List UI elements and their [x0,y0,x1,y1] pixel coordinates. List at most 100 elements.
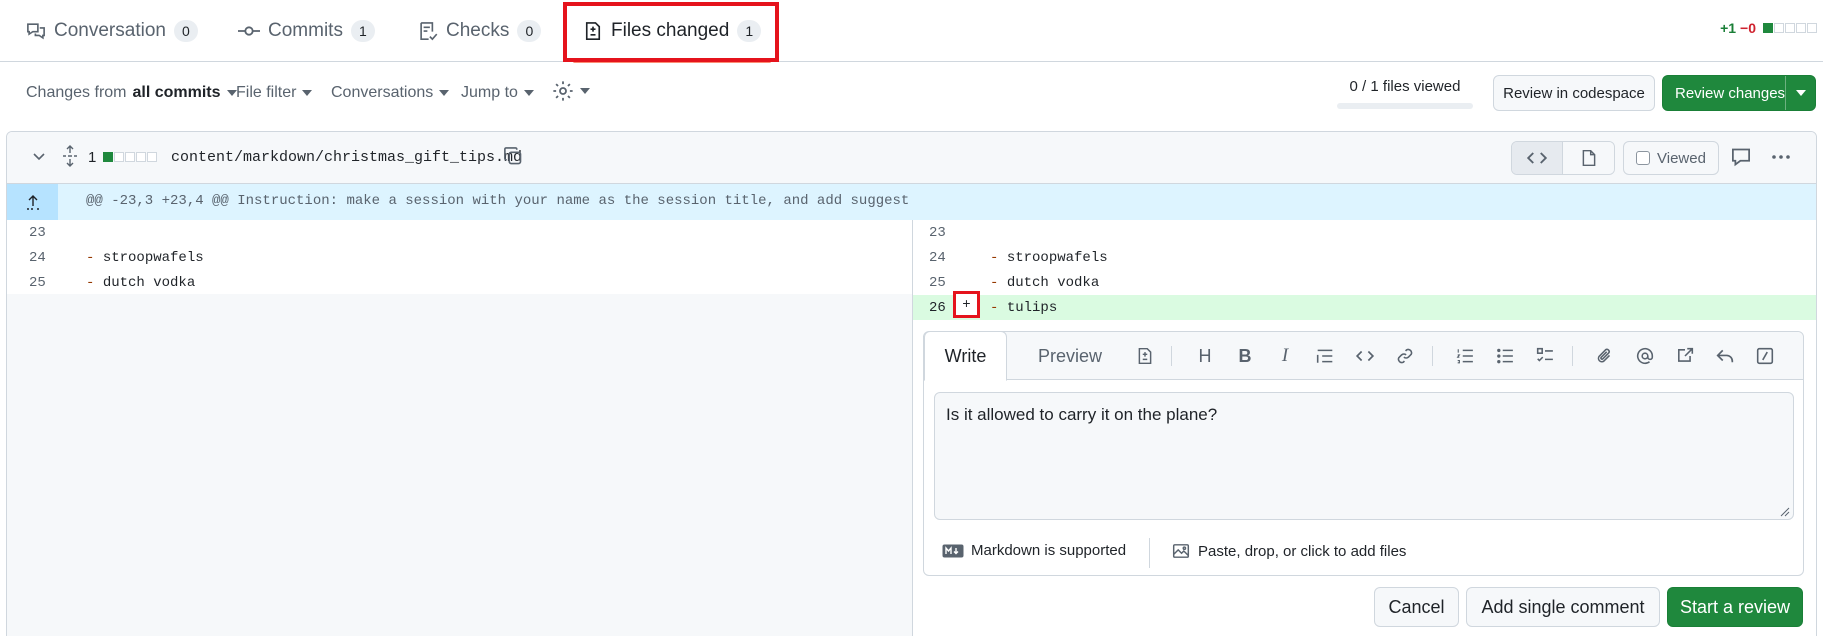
italic-button[interactable]: I [1274,345,1296,367]
reply-icon [1716,349,1734,363]
file-header: 1 content/markdown/christmas_gift_tips.m… [7,132,1816,184]
tab-checks[interactable]: Checks 0 [418,0,542,62]
pr-tabs: Conversation 0 Commits 1 Checks 0 Files … [0,0,1823,63]
unordered-list-button[interactable] [1494,345,1516,367]
code-button[interactable] [1354,345,1376,367]
tab-commits-label: Commits [268,20,343,41]
diffstat-bar [125,152,136,162]
tab-commits-count: 1 [350,20,375,42]
resize-handle-icon[interactable] [1780,507,1790,517]
unfold-icon [63,145,77,167]
viewed-checkbox-button[interactable]: Viewed [1623,141,1719,175]
expand-up-button[interactable] [7,184,58,220]
diffstat-additions: +1 [1720,20,1737,36]
markdown-note: Markdown is supported [971,542,1127,559]
review-changes-button[interactable]: Review changes [1662,75,1816,111]
tab-conversation-label: Conversation [54,20,166,41]
file-filter-label: File filter [236,84,297,101]
fold-up-icon [26,195,39,210]
changes-from-prefix: Changes from [26,84,127,101]
viewed-label: Viewed [1657,149,1706,167]
image-icon [1172,544,1190,558]
cross-reference-button[interactable] [1674,345,1696,367]
heading-button[interactable]: H [1194,345,1216,367]
mention-button[interactable] [1634,345,1656,367]
tab-commits[interactable]: Commits 1 [238,0,375,62]
chevron-down-icon [439,90,450,96]
chevron-down-icon [1795,90,1806,96]
write-tab[interactable]: Write [924,331,1007,381]
line-number[interactable]: 23 [29,225,69,241]
markdown-icon [942,544,964,557]
collapse-file-toggle[interactable] [31,148,47,164]
file-path[interactable]: content/markdown/christmas_gift_tips.md [171,149,522,166]
line-number[interactable]: 25 [29,275,69,291]
saved-replies-button[interactable] [1714,345,1736,367]
diffstat-bar [147,152,158,162]
link-icon [1397,348,1413,364]
diff-line-right: 24 - stroopwafels [913,245,1816,270]
line-number[interactable]: 24 [929,250,969,266]
slash-commands-button[interactable] [1754,345,1776,367]
file-change-stat: 1 [88,149,158,166]
add-single-comment-button[interactable]: Add single comment [1466,587,1660,627]
files-viewed-progress: 0 / 1 files viewed [1337,78,1473,109]
file-more-options-button[interactable] [1770,147,1792,167]
code-icon [1527,152,1547,164]
diff-settings-dropdown[interactable] [552,80,590,102]
line-number[interactable]: 24 [29,250,69,266]
kebab-horizontal-icon [1772,155,1790,159]
file-icon [1582,149,1595,167]
file-diffstat-bars [102,149,158,166]
add-line-comment-button[interactable]: + [953,291,980,318]
attach-button[interactable] [1594,345,1616,367]
rich-diff-button[interactable] [1563,142,1614,174]
suggestion-button[interactable] [1134,345,1156,367]
copy-path-button[interactable] [503,146,523,166]
file-filter-dropdown[interactable]: File filter [236,84,313,102]
diffstat-bar [1796,23,1806,33]
review-changes-dropdown[interactable] [1785,76,1815,110]
quote-button[interactable] [1314,345,1336,367]
diff-line-left: 25 - dutch vodka [7,270,912,295]
diff-line-left: 23 [7,220,912,245]
diffstat-bars [1762,20,1817,36]
review-changes-label: Review changes [1675,84,1786,102]
viewed-checkbox[interactable] [1636,151,1650,165]
bold-icon: B [1238,345,1252,366]
list-unordered-icon [1497,348,1513,364]
diffstat-bar [103,152,114,162]
markdown-supported-link[interactable]: Markdown is supported [942,542,1126,559]
comment-textarea[interactable]: Is it allowed to carry it on the plane? [934,392,1794,520]
cancel-button[interactable]: Cancel [1374,587,1459,627]
changes-from-dropdown[interactable]: Changes from all commits [26,84,237,102]
git-commit-icon [238,26,260,36]
review-in-codespace-button[interactable]: Review in codespace [1493,75,1655,111]
jump-to-dropdown[interactable]: Jump to [461,84,534,102]
source-diff-button[interactable] [1512,142,1564,174]
ordered-list-button[interactable] [1454,345,1476,367]
conversations-dropdown[interactable]: Conversations [331,84,450,102]
diff-line-right: 23 [913,220,1816,245]
link-button[interactable] [1394,345,1416,367]
code-icon [1355,350,1375,362]
bold-button[interactable]: B [1234,345,1256,367]
tab-conversation[interactable]: Conversation 0 [26,0,198,62]
expand-all-button[interactable] [62,145,78,167]
line-code: - dutch vodka [990,274,1100,291]
line-number[interactable]: 25 [929,275,969,291]
attach-files-area[interactable]: Paste, drop, or click to add files [1171,542,1406,560]
start-review-button[interactable]: Start a review [1667,587,1803,627]
preview-tab[interactable]: Preview [1020,332,1120,380]
comment-on-file-button[interactable] [1731,147,1751,167]
hunk-header-row: @@ -23,3 +23,4 @@ Instruction: make a se… [7,184,1816,220]
comment-editor-toolbar: Write Preview H B I [924,331,1803,381]
tasklist-icon [1536,347,1553,362]
files-toolbar: Changes from all commits File filter Con… [0,62,1823,128]
tab-conversation-count: 0 [173,20,198,42]
line-number[interactable]: 23 [929,225,969,241]
tab-checks-count: 0 [517,20,542,42]
attach-files-note: Paste, drop, or click to add files [1198,542,1407,560]
task-list-button[interactable] [1534,345,1556,367]
left-empty-area [7,294,912,636]
